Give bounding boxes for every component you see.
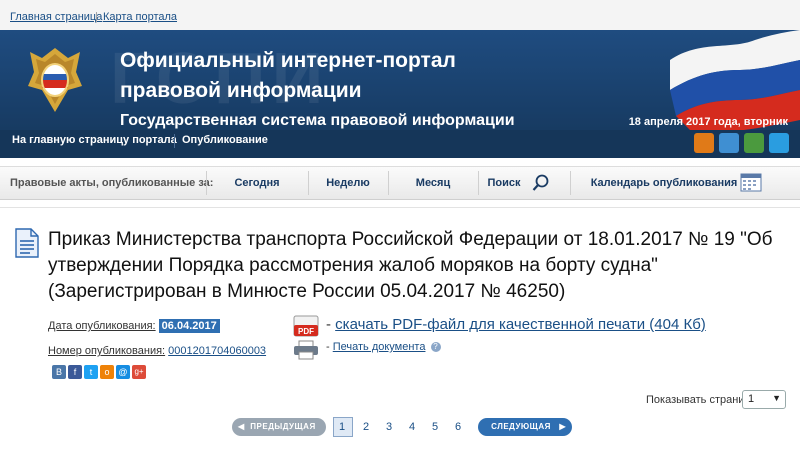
mailru-icon[interactable]: @ xyxy=(116,365,130,379)
filter-calendar-button[interactable]: Календарь опубликования xyxy=(590,177,738,189)
search-icon[interactable] xyxy=(532,174,550,192)
pdf-download-link[interactable]: скачать PDF-файл для качественной печати… xyxy=(335,316,706,333)
filter-bar: Правовые акты, опубликованные за: Сегодн… xyxy=(0,166,800,200)
publication-date-row: Дата опубликования: 06.04.2017 xyxy=(48,319,220,333)
rss-icon[interactable] xyxy=(694,133,714,153)
publication-date-value: 06.04.2017 xyxy=(158,319,220,333)
portal-subtitle: Государственная система правовой информа… xyxy=(120,112,515,129)
code-icon[interactable] xyxy=(719,133,739,153)
document-icon xyxy=(15,228,39,258)
current-date: 18 апреля 2017 года, вторник xyxy=(628,116,788,128)
portal-map-link[interactable]: Карта портала xyxy=(103,11,177,23)
twitter-icon[interactable] xyxy=(769,133,789,153)
pdf-icon[interactable]: PDF xyxy=(292,315,320,337)
filter-search-button[interactable]: Поиск xyxy=(478,177,530,189)
filter-divider xyxy=(570,171,571,195)
page-current-box[interactable]: 1 xyxy=(333,417,353,437)
pages-count-label: Показывать страниц: xyxy=(646,394,754,406)
help-icon[interactable]: ? xyxy=(430,342,441,353)
nav-divider xyxy=(174,134,175,148)
nav-published[interactable]: Опубликование xyxy=(182,134,268,146)
page-link-6[interactable]: 6 xyxy=(455,421,461,433)
pdf-download-row: - скачать PDF-файл для качественной печа… xyxy=(326,316,706,333)
print-row: - Печать документа ? xyxy=(326,341,441,353)
arrow-left-icon: ◀ xyxy=(238,422,245,431)
top-links-bar: Главная страница | Карта портала xyxy=(0,0,800,30)
publication-number-label: Номер опубликования: xyxy=(48,345,166,357)
chevron-down-icon: ▼ xyxy=(772,393,781,403)
publication-number-row: Номер опубликования: 0001201704060003 xyxy=(48,345,266,357)
page-link-5[interactable]: 5 xyxy=(432,421,438,433)
portal-title-line2: правовой информации xyxy=(120,79,362,102)
publication-number-value[interactable]: 0001201704060003 xyxy=(168,345,266,357)
top-links-separator: | xyxy=(95,11,98,23)
page-link-2[interactable]: 2 xyxy=(363,421,369,433)
pages-count-select[interactable]: 1 ▼ xyxy=(742,390,786,409)
facebook-icon[interactable]: f xyxy=(68,365,82,379)
filter-month-button[interactable]: Месяц xyxy=(388,177,478,189)
prev-page-button[interactable]: ◀ ПРЕДЫДУЩАЯ xyxy=(232,418,326,436)
od-icon[interactable] xyxy=(744,133,764,153)
calendar-icon[interactable] xyxy=(740,172,762,192)
googleplus-icon[interactable]: g+ xyxy=(132,365,146,379)
twitter-share-icon[interactable]: t xyxy=(84,365,98,379)
filter-label: Правовые акты, опубликованные за: xyxy=(10,177,214,189)
printer-icon[interactable] xyxy=(292,340,320,360)
separator-line xyxy=(0,207,800,208)
sub-navigation: На главную страницу портала Опубликовани… xyxy=(0,130,800,158)
next-page-button[interactable]: СЛЕДУЮЩАЯ ▶ xyxy=(478,418,572,436)
portal-title-line1: Официальный интернет-портал xyxy=(120,49,456,72)
vk-icon[interactable]: В xyxy=(52,365,66,379)
page-link-3[interactable]: 3 xyxy=(386,421,392,433)
fso-emblem-icon xyxy=(28,48,82,112)
print-document-link[interactable]: Печать документа xyxy=(333,341,426,353)
page-link-4[interactable]: 4 xyxy=(409,421,415,433)
odnoklassniki-icon[interactable]: о xyxy=(100,365,114,379)
home-link[interactable]: Главная страница xyxy=(10,11,102,23)
filter-today-button[interactable]: Сегодня xyxy=(206,177,308,189)
russian-flag-icon xyxy=(670,30,800,130)
document-title: Приказ Министерства транспорта Российско… xyxy=(48,229,773,302)
svg-text:PDF: PDF xyxy=(298,327,314,336)
filter-week-button[interactable]: Неделю xyxy=(308,177,388,189)
nav-home-portal[interactable]: На главную страницу портала xyxy=(12,134,177,146)
publication-date-label: Дата опубликования: xyxy=(48,320,156,332)
arrow-right-icon: ▶ xyxy=(559,422,566,431)
